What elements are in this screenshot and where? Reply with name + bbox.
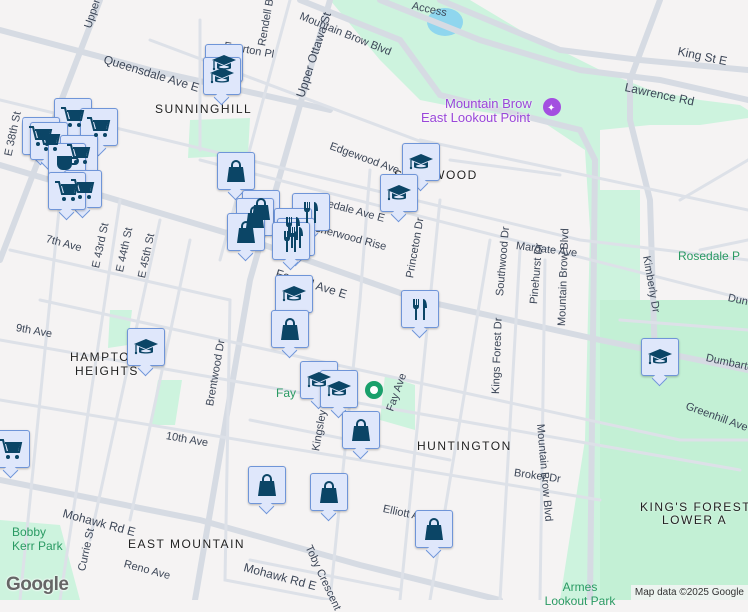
cart-icon <box>86 114 112 140</box>
map-attribution[interactable]: Map data ©2025 Google <box>630 585 748 600</box>
neighborhood-label: EAST MOUNTAIN <box>128 537 246 551</box>
shopping-bag-icon <box>316 479 342 505</box>
park-label[interactable]: Fay <box>276 386 296 400</box>
coffee-cup-icon <box>54 149 80 175</box>
lookout-label-2[interactable]: East Lookout Point <box>421 111 530 125</box>
school-icon <box>326 376 352 402</box>
neighborhood-label: HEIGHTS <box>75 364 139 378</box>
shopping-marker[interactable] <box>342 411 380 449</box>
school-icon <box>408 149 434 175</box>
neighborhood-label: HUNTINGTON <box>417 439 512 453</box>
park-label[interactable]: Rosedale P <box>678 249 740 263</box>
restaurant-marker[interactable] <box>401 290 439 328</box>
school-icon <box>209 63 235 89</box>
google-logo[interactable]: Google <box>6 574 69 596</box>
school-marker[interactable] <box>275 275 313 313</box>
shopping-marker[interactable] <box>415 510 453 548</box>
school-marker[interactable] <box>380 174 418 212</box>
school-icon <box>386 180 412 206</box>
park-label[interactable]: Armes Lookout Park <box>540 580 620 608</box>
shopping-marker[interactable] <box>310 473 348 511</box>
fork-knife-icon <box>407 296 433 322</box>
school-marker[interactable] <box>320 370 358 408</box>
cart-icon <box>60 104 86 130</box>
shopping-marker[interactable] <box>248 466 286 504</box>
school-marker[interactable] <box>641 338 679 376</box>
neighborhood-label: SUNNINGHILL <box>155 102 253 116</box>
svg-text:✦: ✦ <box>547 103 555 114</box>
school-icon <box>133 334 159 360</box>
school-icon <box>647 344 673 370</box>
shopping-bag-icon <box>233 219 259 245</box>
school-icon <box>281 281 307 307</box>
lookout-label-1[interactable]: Mountain Brow <box>445 97 532 111</box>
shopping-bag-icon <box>277 316 303 342</box>
shopping-bag-icon <box>348 417 374 443</box>
shopping-bag-icon <box>254 472 280 498</box>
neighborhood-label: KING'S FOREST <box>640 500 748 514</box>
shopping-bag-icon <box>421 516 447 542</box>
cart-icon <box>54 178 80 204</box>
shopping-bag-icon <box>223 158 249 184</box>
shopping-marker[interactable] <box>217 152 255 190</box>
neighborhood-label: LOWER A <box>662 513 728 527</box>
shopping-marker[interactable] <box>271 310 309 348</box>
park-label[interactable]: Bobby Kerr Park <box>12 525 72 553</box>
cart-icon <box>0 436 24 462</box>
school-marker[interactable] <box>127 328 165 366</box>
grocery-marker[interactable] <box>0 430 30 468</box>
fork-knife-icon <box>278 228 304 254</box>
